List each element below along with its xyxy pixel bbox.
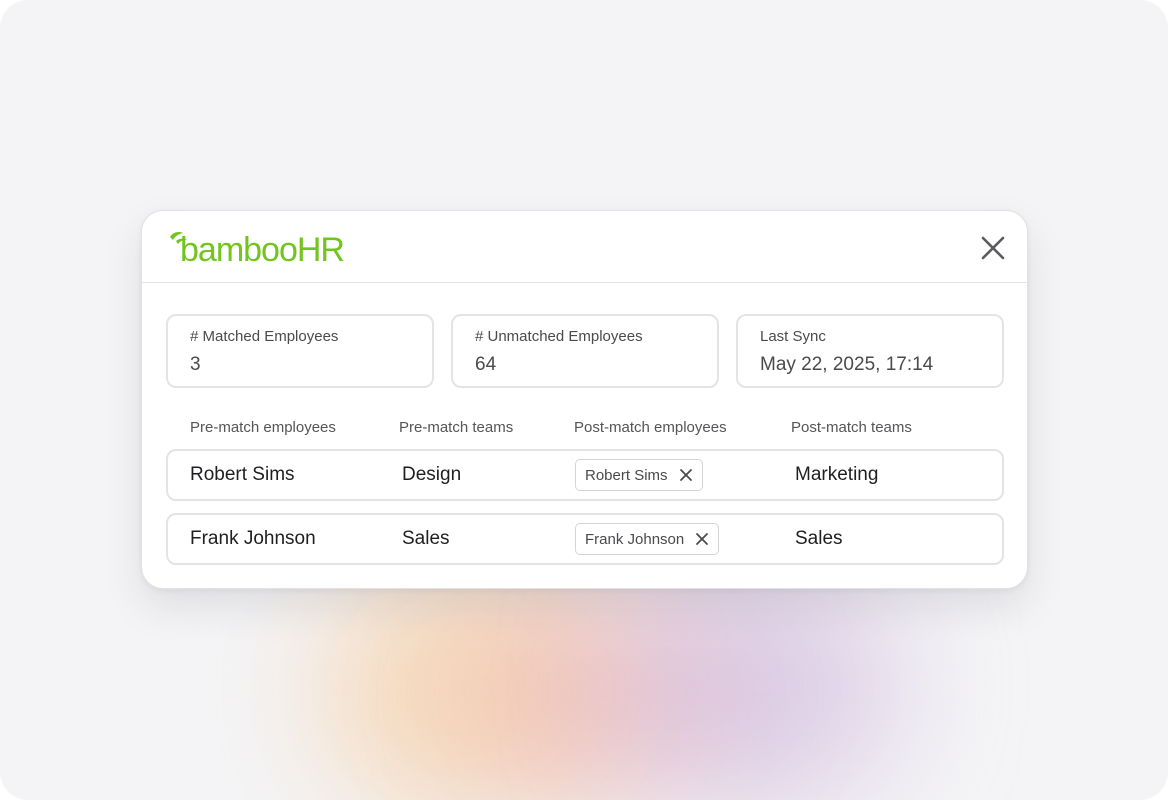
pre-match-team: Sales bbox=[402, 528, 450, 549]
column-header-pre-teams: Pre-match teams bbox=[399, 419, 514, 436]
sync-stats: # Matched Employees 3 # Unmatched Employ… bbox=[166, 314, 1004, 388]
stat-last-sync: Last Sync May 22, 2025, 17:14 bbox=[736, 314, 1004, 388]
bamboohr-logo: bambooHR bbox=[170, 231, 345, 267]
table-header: Pre-match employees Pre-match teams Post… bbox=[142, 419, 1029, 439]
chip-label: Frank Johnson bbox=[585, 530, 685, 548]
stat-unmatched-employees: # Unmatched Employees 64 bbox=[451, 314, 719, 388]
post-match-employee-chip[interactable]: Robert Sims bbox=[575, 459, 703, 491]
close-icon[interactable] bbox=[976, 231, 1010, 265]
column-header-pre-employees: Pre-match employees bbox=[190, 419, 336, 436]
stat-label: # Unmatched Employees bbox=[475, 328, 643, 345]
stat-value: 64 bbox=[475, 354, 497, 375]
bamboohr-logo-text: bambooHR bbox=[180, 231, 344, 267]
x-icon[interactable] bbox=[678, 467, 694, 483]
integration-modal: bambooHR # Matched Employees 3 # Unmatch… bbox=[141, 210, 1028, 589]
post-match-employee-chip[interactable]: Frank Johnson bbox=[575, 523, 720, 555]
background-canvas: bambooHR # Matched Employees 3 # Unmatch… bbox=[0, 0, 1168, 800]
post-match-team: Sales bbox=[795, 528, 843, 549]
stat-label: # Matched Employees bbox=[190, 328, 339, 345]
stat-value: May 22, 2025, 17:14 bbox=[760, 354, 934, 375]
background-glow bbox=[620, 560, 900, 800]
table-row: Frank Johnson Sales Frank Johnson Sales bbox=[166, 513, 1004, 565]
chip-label: Robert Sims bbox=[585, 466, 668, 484]
pre-match-employee: Robert Sims bbox=[190, 464, 295, 485]
stat-value: 3 bbox=[190, 354, 201, 375]
table-row: Robert Sims Design Robert Sims Marketing bbox=[166, 449, 1004, 501]
post-match-team: Marketing bbox=[795, 464, 879, 485]
stat-matched-employees: # Matched Employees 3 bbox=[166, 314, 434, 388]
pre-match-employee: Frank Johnson bbox=[190, 528, 316, 549]
x-icon[interactable] bbox=[694, 531, 710, 547]
column-header-post-employees: Post-match employees bbox=[574, 419, 727, 436]
column-header-post-teams: Post-match teams bbox=[791, 419, 912, 436]
modal-header: bambooHR bbox=[142, 211, 1027, 283]
stat-label: Last Sync bbox=[760, 328, 826, 345]
pre-match-team: Design bbox=[402, 464, 462, 485]
